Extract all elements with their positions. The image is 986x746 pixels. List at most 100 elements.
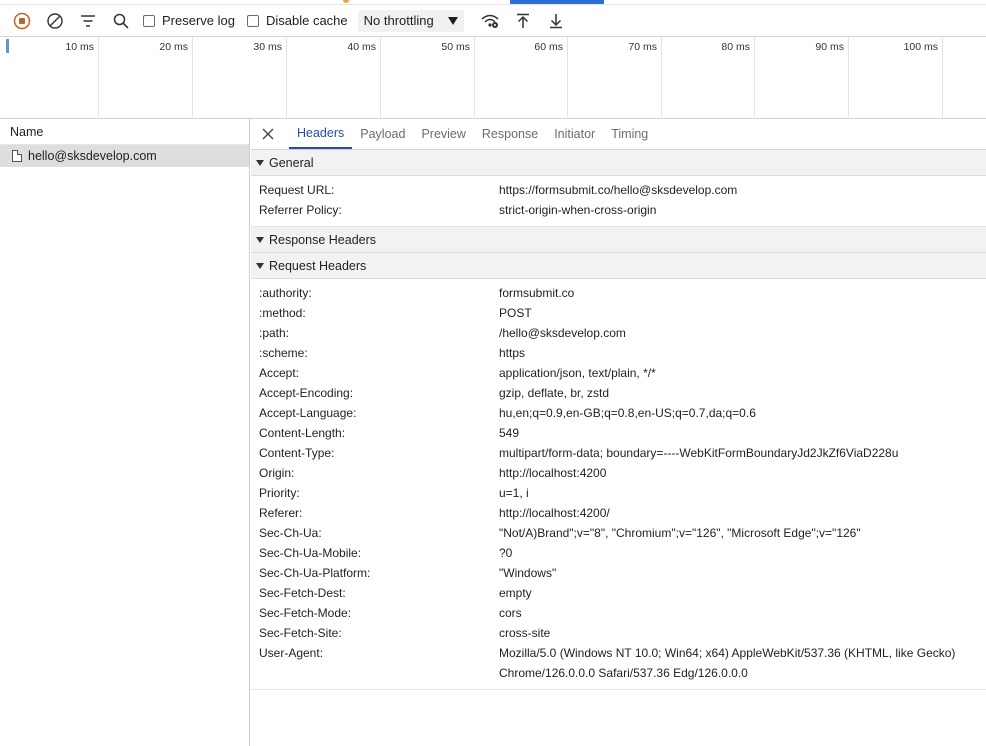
close-details-button[interactable] [255,119,281,149]
header-key: Sec-Fetch-Site: [259,626,342,640]
header-key: Referer: [259,506,303,520]
timeline-tick: 70 ms [568,37,662,117]
header-key: Accept: [259,366,300,380]
timeline-tick: 40 ms [287,37,381,117]
header-value: "Not/A)Brand";v="8", "Chromium";v="126",… [499,526,861,540]
header-row: Content-Type: multipart/form-data; bounda… [251,443,986,463]
header-key: :path: [259,326,290,340]
search-button[interactable] [107,7,135,35]
tab-preview[interactable]: Preview [413,119,473,149]
preserve-log-checkbox[interactable]: Preserve log [143,13,235,28]
header-value: http://localhost:4200 [499,466,607,480]
disable-cache-checkbox[interactable]: Disable cache [246,13,348,28]
header-key: Referrer Policy: [259,203,342,217]
header-value: https://formsubmit.co/hello@sksdevelop.c… [499,183,738,197]
header-row: Request URL: https://formsubmit.co/hello… [251,180,986,200]
throttling-value: No throttling [363,13,434,28]
header-row: Referer: http://localhost:4200/ [251,503,986,523]
throttling-select[interactable]: No throttling [357,9,464,32]
activity-indicator [343,0,349,3]
section-title: General [269,155,314,170]
tick-label: 100 ms [903,41,938,53]
filter-button[interactable] [74,7,102,35]
header-value: formsubmit.co [499,286,575,300]
header-row: Sec-Fetch-Dest: empty [251,583,986,603]
network-conditions-button[interactable] [476,7,504,35]
tab-initiator[interactable]: Initiator [546,119,603,149]
header-value: http://localhost:4200/ [499,506,610,520]
stop-recording-icon [13,12,31,29]
header-value: "Windows" [499,566,557,580]
header-row: Priority: u=1, i [251,483,986,503]
search-icon [113,13,129,29]
header-key: Sec-Fetch-Dest: [259,586,346,600]
tab-headers[interactable]: Headers [289,119,353,149]
general-section-header[interactable]: General [251,150,986,176]
header-value: 549 [499,426,520,440]
preserve-log-box[interactable] [143,14,155,27]
header-row: Sec-Ch-Ua-Platform: "Windows" [251,563,986,583]
header-key: Sec-Ch-Ua-Mobile: [259,546,362,560]
request-list: Name hello@sksdevelop.com [0,119,250,746]
header-row: Accept: application/json, text/plain, */* [251,363,986,383]
header-value: ?0 [499,546,513,560]
network-toolbar: Preserve log Disable cache No throttling [0,5,986,37]
header-key: Content-Length: [259,426,346,440]
import-har-button[interactable] [509,7,537,35]
section-title: Response Headers [269,232,377,247]
import-har-icon [516,13,529,28]
tick-label: 10 ms [65,41,94,53]
tick-label: 60 ms [534,41,563,53]
tab-label: Payload [360,127,406,141]
stop-recording-button[interactable] [8,7,36,35]
name-column-label: Name [10,124,44,139]
timeline-overview[interactable]: 10 ms 20 ms 30 ms 40 ms 50 ms 60 ms 70 m… [0,37,986,119]
header-value: strict-origin-when-cross-origin [499,203,657,217]
header-value: multipart/form-data; boundary=----WebKit… [499,446,899,460]
disable-cache-box[interactable] [246,14,259,27]
header-row: User-Agent: Mozilla/5.0 (Windows NT 10.0;… [251,643,986,683]
document-icon [12,150,22,162]
expand-triangle-icon [256,236,264,243]
header-value: cors [499,606,522,620]
preserve-log-label: Preserve log [162,13,235,28]
response-headers-section-header[interactable]: Response Headers [251,227,986,253]
tab-payload[interactable]: Payload [352,119,413,149]
header-value: https [499,346,526,360]
request-row[interactable]: hello@sksdevelop.com [0,145,249,167]
disable-cache-label: Disable cache [265,13,348,28]
export-har-button[interactable] [542,7,570,35]
header-row: Content-Length: 549 [251,423,986,443]
timeline-tick: 90 ms [755,37,849,117]
header-key: Origin: [259,466,295,480]
timeline-tick: 100 ms [849,37,943,117]
details-tabs: Headers Payload Preview Response Initiat… [251,119,986,150]
filter-icon [81,14,95,27]
header-row: Sec-Fetch-Site: cross-site [251,623,986,643]
header-value: Mozilla/5.0 (Windows NT 10.0; Win64; x64… [499,646,956,680]
header-row: Accept-Encoding: gzip, deflate, br, zstd [251,383,986,403]
header-key: :method: [259,306,306,320]
clear-button[interactable] [41,7,69,35]
expand-triangle-icon [256,159,264,166]
header-row: :method: POST [251,303,986,323]
general-section-body: Request URL: https://formsubmit.co/hello… [251,176,986,227]
tab-response[interactable]: Response [474,119,546,149]
header-key: Sec-Ch-Ua-Platform: [259,566,371,580]
request-name: hello@sksdevelop.com [28,149,157,163]
tick-label: 90 ms [815,41,844,53]
section-title: Request Headers [269,258,367,273]
network-conditions-icon [481,14,499,28]
tab-label: Preview [421,127,466,141]
tab-label: Timing [611,127,649,141]
header-value: empty [499,586,532,600]
request-headers-section-header[interactable]: Request Headers [251,253,986,279]
timeline-tick: 10 ms [0,37,99,117]
tick-label: 20 ms [159,41,188,53]
tab-timing[interactable]: Timing [603,119,656,149]
header-key: Priority: [259,486,300,500]
header-value: application/json, text/plain, */* [499,366,656,380]
name-column-header[interactable]: Name [0,119,249,145]
request-details-panel: Headers Payload Preview Response Initiat… [251,119,986,746]
header-key: Accept-Language: [259,406,357,420]
